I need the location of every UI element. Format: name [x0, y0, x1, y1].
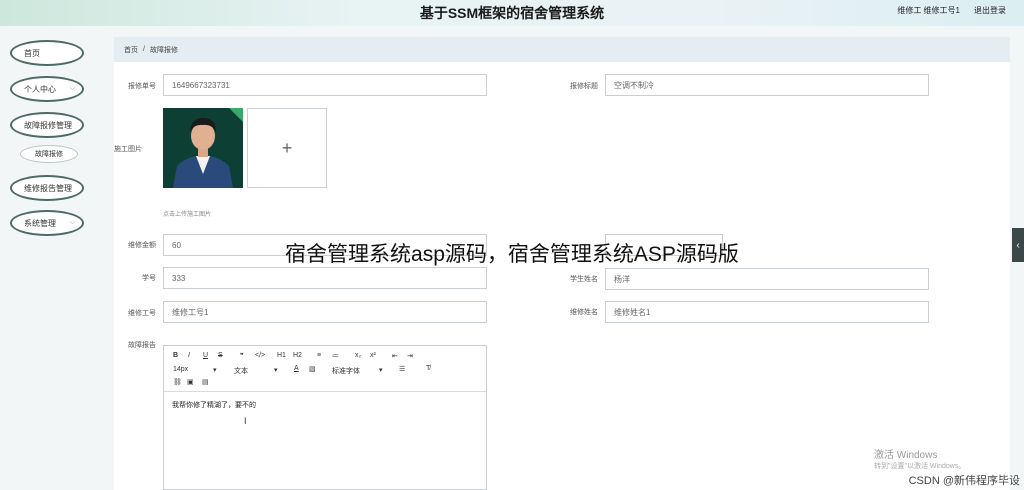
- underline-button[interactable]: U: [203, 352, 208, 359]
- bold-button[interactable]: B: [173, 352, 178, 359]
- upload-image-button[interactable]: +: [247, 108, 327, 188]
- chevron-down-icon: ▾: [274, 367, 278, 374]
- csdn-watermark: CSDN @新伟程序毕设: [908, 475, 1020, 487]
- h1-button[interactable]: H1: [277, 352, 286, 359]
- repair-no-label: 报修单号: [128, 83, 156, 90]
- sidebar-item-fault-repair-management[interactable]: 故障报修管理: [10, 112, 84, 138]
- code-button[interactable]: </>: [255, 352, 265, 359]
- student-name-label: 学生姓名: [570, 276, 598, 283]
- worker-name-label: 维修姓名: [570, 309, 598, 316]
- construction-photo: [163, 108, 243, 188]
- chevron-down-icon: ⌵: [69, 219, 75, 226]
- breadcrumb-current: 故障报修: [149, 46, 178, 54]
- sidebar-item-label: 故障报修管理: [24, 120, 72, 130]
- font-family-select[interactable]: 标准字体: [332, 366, 360, 376]
- sidebar-item-label: 系统管理: [24, 218, 56, 228]
- link-icon[interactable]: ⛓: [173, 378, 182, 386]
- top-header: 基于SSM框架的宿舍管理系统 维修工 维修工号1 退出登录: [0, 0, 1024, 26]
- sidebar-item-personal-center[interactable]: 个人中心 ⌵: [10, 76, 84, 102]
- worker-no-field[interactable]: 维修工号1: [163, 301, 487, 323]
- sidebar-item-label: 个人中心: [24, 84, 56, 94]
- sidebar-item-repair-report-management[interactable]: 维修报告管理: [10, 175, 84, 201]
- chevron-down-icon: ⌵: [69, 85, 75, 92]
- bullet-list-button[interactable]: ≔: [332, 352, 339, 360]
- strike-button[interactable]: S: [218, 352, 223, 359]
- breadcrumb-separator: /: [143, 46, 145, 53]
- chevron-down-icon: ▾: [379, 367, 383, 374]
- sidebar-item-label: 故障报修: [35, 151, 63, 158]
- text-cursor-icon: I: [244, 416, 247, 426]
- sidebar-subitem-fault-repair[interactable]: 故障报修: [20, 145, 78, 163]
- font-color-icon[interactable]: A: [294, 365, 299, 372]
- video-icon[interactable]: ▤: [202, 378, 209, 386]
- chevron-down-icon: ▾: [213, 367, 217, 374]
- text-style-select[interactable]: 文本: [234, 366, 248, 376]
- photo-label: 施工图片: [114, 146, 142, 153]
- upload-hint: 点击上传施工图片: [163, 212, 212, 218]
- superscript-button[interactable]: x²: [370, 352, 376, 359]
- h2-button[interactable]: H2: [293, 352, 302, 359]
- report-label: 故障报告: [128, 342, 156, 349]
- italic-button[interactable]: I: [188, 352, 190, 359]
- sidebar-item-home[interactable]: 首页: [10, 40, 84, 66]
- current-user-label: 维修工 维修工号1: [897, 6, 960, 15]
- sidebar-item-system-management[interactable]: 系统管理 ⌵: [10, 210, 84, 236]
- image-icon[interactable]: ▣: [187, 378, 194, 386]
- student-no-field[interactable]: 333: [163, 267, 487, 289]
- student-no-label: 学号: [142, 275, 156, 282]
- ordered-list-button[interactable]: ≡: [317, 352, 321, 359]
- repair-title-field[interactable]: 空调不制冷: [605, 74, 929, 96]
- rich-text-editor[interactable]: B I U S ❞ </> H1 H2 ≡ ≔ x₂ x² ⇤ ⇥ 14px ▾…: [163, 345, 487, 490]
- windows-activation-hint: 转到"设置"以激活 Windows。: [874, 463, 966, 470]
- worker-name-field[interactable]: 维修姓名1: [605, 301, 929, 323]
- background-color-icon[interactable]: ▧: [309, 365, 316, 373]
- subscript-button[interactable]: x₂: [355, 352, 361, 359]
- indent-button[interactable]: ⇥: [407, 352, 413, 360]
- windows-activation-title: 激活 Windows: [874, 450, 938, 461]
- worker-no-label: 维修工号: [128, 310, 156, 317]
- sidebar-item-label: 首页: [24, 48, 40, 58]
- portrait-image: [163, 108, 243, 188]
- font-size-select[interactable]: 14px: [173, 366, 188, 373]
- student-name-field[interactable]: 杨洋: [605, 268, 929, 290]
- system-title: 基于SSM框架的宿舍管理系统: [419, 5, 605, 21]
- outdent-button[interactable]: ⇤: [392, 352, 398, 360]
- breadcrumb: 首页 / 故障报修: [114, 37, 1010, 62]
- logout-button[interactable]: 退出登录: [974, 5, 1006, 16]
- repair-no-field[interactable]: 1649667323731: [163, 74, 487, 96]
- editor-toolbar: B I U S ❞ </> H1 H2 ≡ ≔ x₂ x² ⇤ ⇥ 14px ▾…: [164, 346, 486, 392]
- clear-format-icon[interactable]: T̸: [426, 365, 430, 372]
- overlay-caption: 宿舍管理系统asp源码，宿舍管理系统ASP源码版: [285, 243, 739, 266]
- quote-button[interactable]: ❞: [240, 352, 244, 360]
- sidebar-item-label: 维修报告管理: [24, 183, 72, 193]
- align-icon[interactable]: ☰: [399, 365, 405, 373]
- breadcrumb-home[interactable]: 首页: [124, 45, 138, 55]
- plus-icon: +: [281, 137, 293, 158]
- editor-content[interactable]: 我帮你修了精湖了，要不的: [172, 400, 256, 410]
- repair-title-label: 报修标题: [570, 83, 598, 90]
